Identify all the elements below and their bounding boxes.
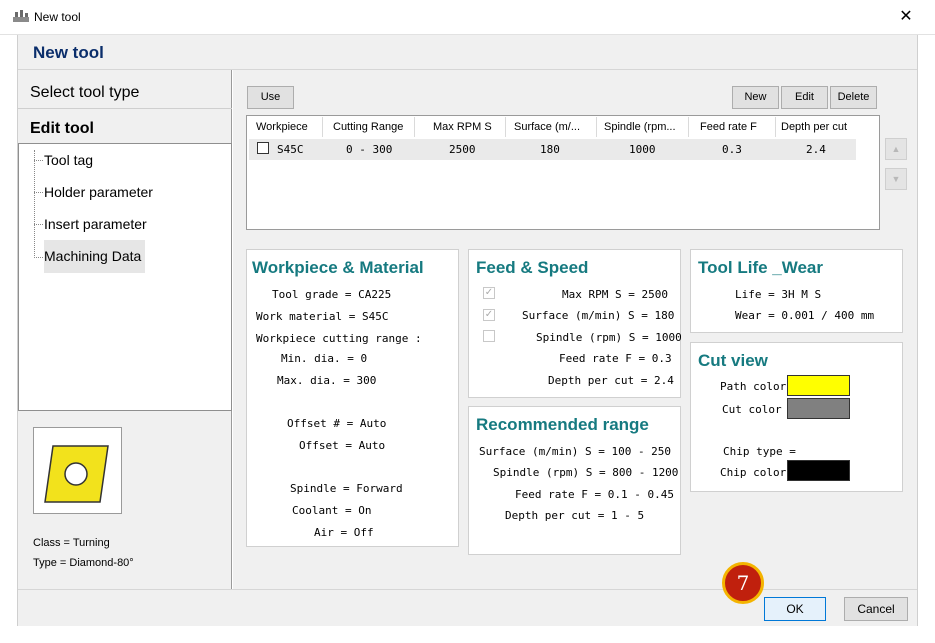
chip-type-label: Chip type = bbox=[723, 445, 796, 458]
step-number-badge: 7 bbox=[722, 562, 764, 604]
workpiece-material-title: Workpiece & Material bbox=[252, 258, 424, 277]
cut-view-title: Cut view bbox=[698, 351, 768, 370]
window-title: New tool bbox=[34, 10, 81, 24]
column-header[interactable]: Workpiece bbox=[256, 121, 308, 133]
column-header[interactable]: Spindle (rpm... bbox=[604, 121, 676, 133]
tree-item-machining-data[interactable]: Machining Data bbox=[44, 248, 141, 264]
cancel-button[interactable]: Cancel bbox=[844, 597, 908, 621]
divider bbox=[18, 108, 232, 109]
tree-line bbox=[34, 257, 43, 258]
column-separator bbox=[414, 117, 415, 137]
window-border-right bbox=[917, 35, 918, 626]
spindle-value[interactable]: Spindle (rpm) S = 1000 bbox=[536, 331, 682, 344]
cell-surface: 180 bbox=[540, 143, 560, 156]
ok-button[interactable]: OK bbox=[764, 597, 826, 621]
feed-rate-value[interactable]: Feed rate F = 0.3 bbox=[559, 352, 672, 365]
title-bar bbox=[0, 0, 935, 35]
column-header[interactable]: Feed rate F bbox=[700, 121, 757, 133]
diamond-insert-icon bbox=[44, 445, 109, 503]
down-arrow-icon[interactable]: ▼ bbox=[885, 168, 907, 190]
column-header[interactable]: Depth per cut bbox=[781, 121, 847, 133]
new-button[interactable]: New bbox=[732, 86, 779, 109]
column-header[interactable]: Cutting Range bbox=[333, 121, 403, 133]
page-title: New tool bbox=[33, 43, 104, 62]
header-band bbox=[18, 35, 917, 70]
path-color-swatch[interactable] bbox=[787, 375, 850, 396]
up-arrow-icon[interactable]: ▲ bbox=[885, 138, 907, 160]
spindle-direction[interactable]: Spindle = Forward bbox=[290, 482, 403, 495]
surface-value[interactable]: Surface (m/min) S = 180 bbox=[522, 309, 674, 322]
surface-checkbox[interactable]: ✓ bbox=[483, 309, 495, 321]
offset[interactable]: Offset = Auto bbox=[299, 439, 385, 452]
tool-life-title: Tool Life _Wear bbox=[698, 258, 824, 277]
recommended-range-title: Recommended range bbox=[476, 415, 649, 434]
close-icon[interactable]: ✕ bbox=[894, 5, 918, 29]
tool-grade[interactable]: Tool grade = CA225 bbox=[272, 288, 391, 301]
cell-depth: 2.4 bbox=[806, 143, 826, 156]
recommended-depth: Depth per cut = 1 - 5 bbox=[505, 509, 645, 522]
max-rpm-checkbox[interactable]: ✓ bbox=[483, 287, 495, 299]
column-separator bbox=[688, 117, 689, 137]
use-button[interactable]: Use bbox=[247, 86, 294, 109]
cell-workpiece: S45C bbox=[277, 143, 304, 156]
cell-cutting-range: 0 - 300 bbox=[346, 143, 393, 156]
column-separator bbox=[596, 117, 597, 137]
tool-wear-value[interactable]: Wear = 0.001 / 400 mm bbox=[735, 309, 874, 322]
insert-type: Type = Diamond-80° bbox=[33, 557, 134, 569]
column-separator bbox=[322, 117, 323, 137]
column-header[interactable]: Surface (m/... bbox=[514, 121, 580, 133]
spindle-checkbox[interactable] bbox=[483, 330, 495, 342]
cut-color-label: Cut color = bbox=[722, 403, 795, 416]
tree-line bbox=[34, 160, 43, 161]
select-tool-type-step[interactable]: Select tool type bbox=[30, 84, 139, 102]
row-checkbox[interactable] bbox=[257, 142, 269, 154]
delete-button[interactable]: Delete bbox=[830, 86, 877, 109]
column-separator bbox=[775, 117, 776, 137]
cell-spindle: 1000 bbox=[629, 143, 656, 156]
tree-line bbox=[34, 224, 43, 225]
tree-line bbox=[34, 192, 43, 193]
cutting-range-label: Workpiece cutting range : bbox=[256, 332, 422, 345]
offset-number[interactable]: Offset # = Auto bbox=[287, 417, 386, 430]
tree-item-insert-parameter[interactable]: Insert parameter bbox=[44, 216, 147, 232]
coolant[interactable]: Coolant = On bbox=[292, 504, 371, 517]
app-icon bbox=[13, 10, 29, 22]
cut-color-swatch[interactable] bbox=[787, 398, 850, 419]
feed-speed-title: Feed & Speed bbox=[476, 258, 589, 277]
recommended-surface: Surface (m/min) S = 100 - 250 bbox=[479, 445, 672, 458]
air[interactable]: Air = Off bbox=[314, 526, 374, 539]
edit-tool-step[interactable]: Edit tool bbox=[30, 120, 94, 138]
insert-preview bbox=[33, 427, 122, 514]
insert-class: Class = Turning bbox=[33, 537, 110, 549]
cell-max-rpm: 2500 bbox=[449, 143, 476, 156]
tool-life-value[interactable]: Life = 3H M S bbox=[735, 288, 821, 301]
edit-button[interactable]: Edit bbox=[781, 86, 828, 109]
depth-per-cut-value[interactable]: Depth per cut = 2.4 bbox=[548, 374, 674, 387]
column-separator bbox=[505, 117, 506, 137]
max-rpm-value[interactable]: Max RPM S = 2500 bbox=[562, 288, 668, 301]
min-dia[interactable]: Min. dia. = 0 bbox=[281, 352, 367, 365]
tree-item-holder-parameter[interactable]: Holder parameter bbox=[44, 184, 153, 200]
chip-color-swatch[interactable] bbox=[787, 460, 850, 481]
tree-item-tool-tag[interactable]: Tool tag bbox=[44, 152, 93, 168]
column-header[interactable]: Max RPM S bbox=[433, 121, 492, 133]
max-dia[interactable]: Max. dia. = 300 bbox=[277, 374, 376, 387]
tree-line bbox=[34, 150, 35, 258]
recommended-feed-rate: Feed rate F = 0.1 - 0.45 bbox=[515, 488, 674, 501]
cell-feed-rate: 0.3 bbox=[722, 143, 742, 156]
work-material[interactable]: Work material = S45C bbox=[256, 310, 388, 323]
recommended-spindle: Spindle (rpm) S = 800 - 1200 bbox=[493, 466, 679, 479]
